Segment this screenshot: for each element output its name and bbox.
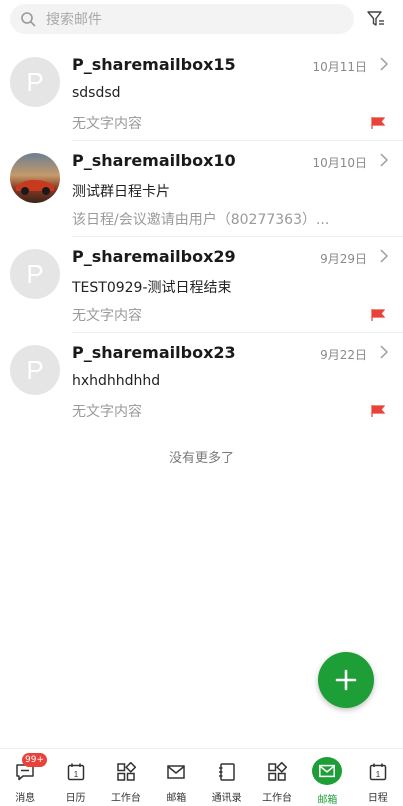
mail-item[interactable]: P P_sharemailbox23 9月22日 hxhdhhdhhd 无文字内… (0, 333, 403, 429)
flag-icon[interactable] (371, 117, 385, 129)
tab-label: 消息 (15, 793, 36, 804)
grid-icon (266, 761, 288, 783)
compose-button[interactable] (318, 652, 374, 708)
tab-workbench-2[interactable]: 工作台 (252, 749, 302, 806)
tab-workbench[interactable]: 工作台 (101, 749, 151, 806)
mail-item[interactable]: P P_sharemailbox29 9月29日 TEST0929-测试日程结束… (0, 237, 403, 333)
tab-messages[interactable]: 99+ 消息 (0, 749, 50, 806)
plus-icon (335, 669, 357, 691)
tab-contacts[interactable]: 通讯录 (202, 749, 252, 806)
mail-preview: 无文字内容 (72, 116, 142, 132)
tab-label: 通讯录 (211, 793, 242, 804)
chevron-right-icon (380, 57, 388, 71)
bottom-tab-bar: 99+ 消息 1 日历 工作台 邮箱 通讯录 工作台 邮箱 1 日程 (0, 748, 403, 806)
mail-date: 9月22日 (320, 348, 367, 362)
tab-label: 工作台 (110, 793, 141, 804)
tab-label: 邮箱 (166, 793, 187, 804)
svg-text:1: 1 (73, 770, 78, 779)
avatar (10, 153, 60, 203)
avatar: P (10, 57, 60, 107)
mail-subject: hxhdhhdhhd (72, 373, 161, 389)
tab-schedule[interactable]: 1 日程 (353, 749, 403, 806)
mail-item[interactable]: P_sharemailbox10 10月10日 测试群日程卡片 该日程/会议邀请… (0, 141, 403, 237)
mail-icon (312, 757, 343, 785)
tab-mailbox[interactable]: 邮箱 (151, 749, 201, 806)
flag-icon[interactable] (371, 309, 385, 321)
mail-date: 10月10日 (312, 156, 367, 170)
contacts-icon (216, 761, 238, 783)
filter-icon[interactable] (366, 9, 386, 29)
mail-preview: 无文字内容 (72, 404, 142, 420)
mail-sender: P_sharemailbox15 (72, 55, 236, 74)
search-icon (21, 12, 36, 27)
mail-date: 10月11日 (312, 60, 367, 74)
avatar: P (10, 345, 60, 395)
grid-icon (115, 761, 137, 783)
chevron-right-icon (380, 153, 388, 167)
mail-sender: P_sharemailbox29 (72, 247, 236, 266)
avatar: P (10, 249, 60, 299)
flag-icon[interactable] (371, 405, 385, 417)
search-placeholder: 搜索邮件 (46, 12, 102, 28)
mail-item[interactable]: P P_sharemailbox15 10月11日 sdsdsd 无文字内容 (0, 45, 403, 141)
tab-label: 日程 (367, 793, 388, 804)
mail-sender: P_sharemailbox10 (72, 151, 236, 170)
mail-subject: 测试群日程卡片 (72, 184, 170, 200)
unread-badge: 99+ (22, 753, 47, 767)
tab-label: 工作台 (262, 793, 293, 804)
calendar-icon: 1 (65, 761, 87, 783)
tab-calendar[interactable]: 1 日历 (50, 749, 100, 806)
tab-label: 日历 (65, 793, 86, 804)
chevron-right-icon (380, 345, 388, 359)
mail-icon (165, 761, 187, 783)
mail-subject: TEST0929-测试日程结束 (72, 280, 232, 296)
mail-date: 9月29日 (320, 252, 367, 266)
calendar-icon: 1 (367, 761, 389, 783)
mail-list: P P_sharemailbox15 10月11日 sdsdsd 无文字内容 P… (0, 45, 403, 429)
mail-sender: P_sharemailbox23 (72, 343, 236, 362)
mail-subject: sdsdsd (72, 85, 121, 101)
mail-preview: 该日程/会议邀请由用户（80277363）... (72, 212, 330, 228)
mail-preview: 无文字内容 (72, 308, 142, 324)
search-bar[interactable]: 搜索邮件 (10, 4, 354, 34)
svg-text:1: 1 (376, 770, 381, 779)
car-photo-icon (16, 179, 54, 195)
tab-label: 邮箱 (317, 795, 338, 806)
chevron-right-icon (380, 249, 388, 263)
tab-mailbox-active[interactable]: 邮箱 (302, 749, 352, 806)
list-end-text: 没有更多了 (168, 451, 234, 466)
